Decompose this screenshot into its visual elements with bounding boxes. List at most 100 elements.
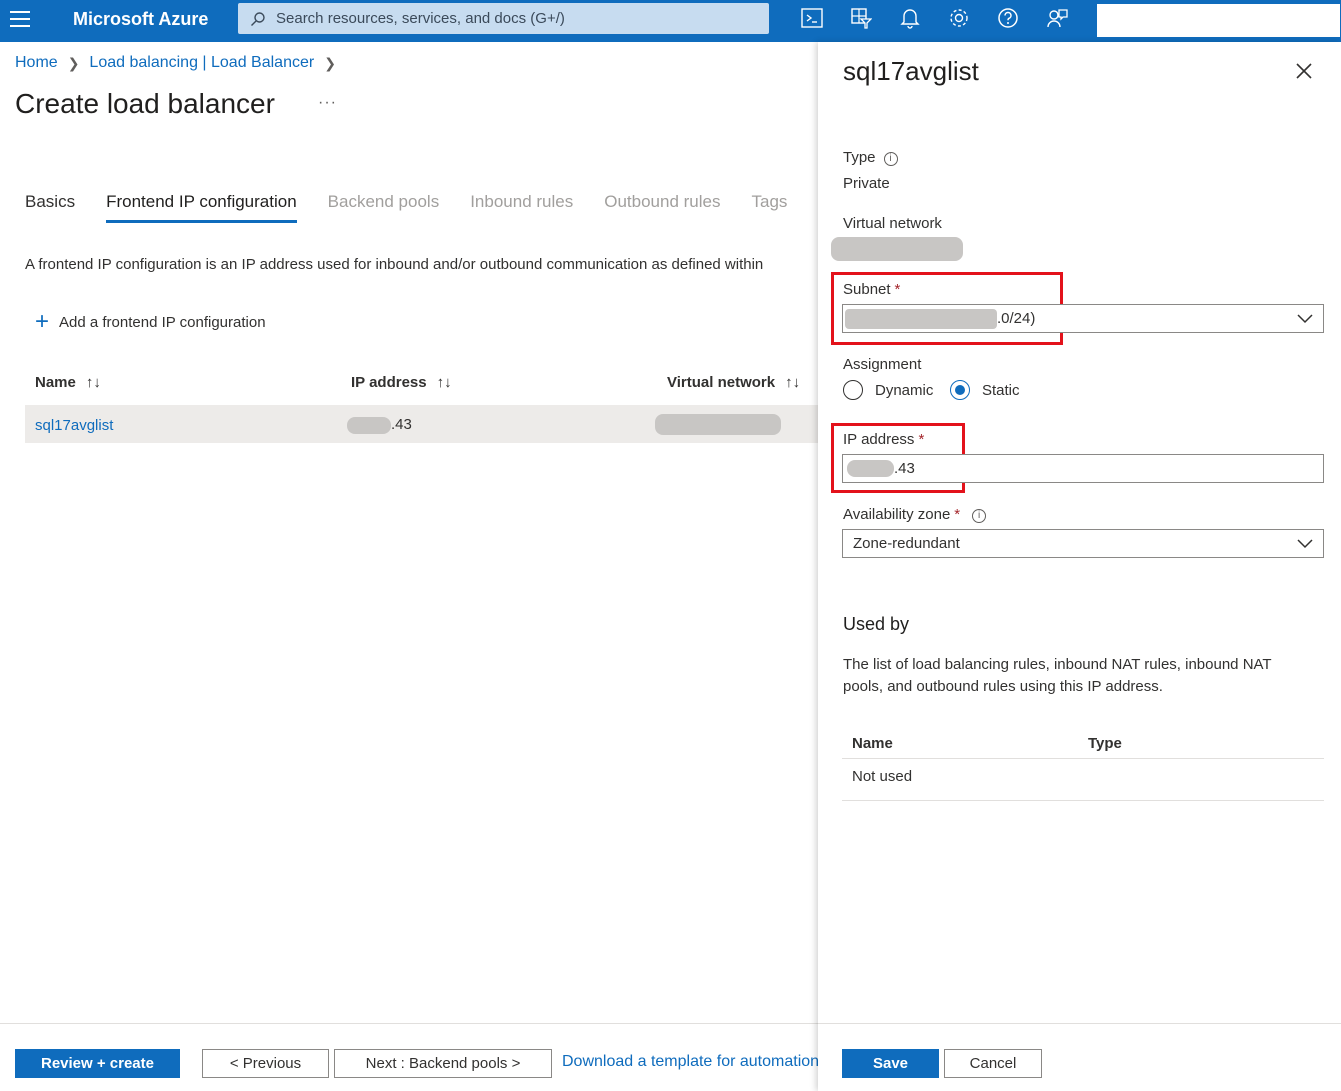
cancel-button[interactable]: Cancel	[944, 1049, 1042, 1078]
subnet-value-suffix: .0/24)	[997, 310, 1036, 327]
chevron-right-icon: ❯	[324, 54, 336, 71]
assignment-static-radio[interactable]: Static	[950, 380, 1020, 400]
redacted-block	[845, 308, 997, 329]
tab-outbound-rules[interactable]: Outbound rules	[604, 192, 720, 223]
redacted-block	[847, 460, 894, 477]
availability-zone-value: Zone-redundant	[853, 535, 960, 552]
redacted-block	[347, 416, 391, 434]
ip-address-suffix: .43	[894, 460, 915, 477]
bell-icon[interactable]	[898, 6, 922, 30]
used-by-empty-text: Not used	[852, 768, 913, 785]
info-icon[interactable]: i	[883, 152, 898, 166]
assignment-dynamic-radio[interactable]: Dynamic	[843, 380, 933, 400]
ip-address-input[interactable]: .43	[842, 454, 1324, 483]
required-marker: *	[918, 431, 925, 448]
feedback-icon[interactable]	[1045, 6, 1069, 30]
chevron-down-icon	[1297, 539, 1313, 549]
column-name-label: Name	[35, 374, 76, 391]
availability-zone-dropdown[interactable]: Zone-redundant	[842, 529, 1324, 558]
required-marker: *	[894, 281, 901, 298]
close-icon[interactable]	[1295, 62, 1313, 80]
column-vnet-label: Virtual network	[667, 374, 776, 391]
review-create-button[interactable]: Review + create	[15, 1049, 180, 1078]
more-options-button[interactable]: ···	[318, 94, 337, 112]
assignment-label: Assignment	[843, 356, 922, 373]
sort-icon[interactable]: ↑↓	[785, 374, 800, 391]
panel-title: sql17avglist	[843, 56, 979, 86]
column-header-virtual-network[interactable]: Virtual network ↑↓	[667, 374, 800, 391]
ip-address-label: IP address *	[843, 431, 924, 448]
row-ip-suffix: .43	[391, 416, 412, 433]
help-icon[interactable]	[996, 6, 1020, 30]
used-by-heading: Used by	[843, 614, 910, 634]
search-input[interactable]	[276, 10, 756, 27]
wizard-footer: Review + create < Previous Next : Backen…	[0, 1023, 818, 1091]
chevron-right-icon: ❯	[67, 54, 80, 71]
used-by-description: The list of load balancing rules, inboun…	[843, 656, 1272, 695]
brand-title[interactable]: Microsoft Azure	[73, 9, 208, 30]
type-label-text: Type	[843, 149, 876, 166]
radio-circle-selected	[950, 380, 970, 400]
frontend-grid-header: Name ↑↓ IP address ↑↓ Virtual network ↑↓	[25, 374, 820, 396]
top-bar: Microsoft Azure	[0, 0, 1341, 42]
directory-filter-icon[interactable]	[849, 6, 873, 30]
tab-tags[interactable]: Tags	[751, 192, 787, 223]
used-by-column-type: Type	[1088, 735, 1122, 752]
redacted-block	[655, 414, 781, 435]
menu-icon[interactable]	[10, 11, 30, 29]
global-search[interactable]	[238, 3, 769, 34]
column-header-name[interactable]: Name ↑↓	[35, 374, 101, 391]
used-by-table-header: Name Type	[842, 725, 1324, 759]
tab-basics[interactable]: Basics	[25, 192, 75, 223]
next-backend-pools-button[interactable]: Next : Backend pools >	[334, 1049, 552, 1078]
table-row: Not used	[842, 759, 1324, 801]
static-label: Static	[982, 381, 1020, 399]
row-virtual-network	[655, 414, 781, 435]
subnet-label-text: Subnet	[843, 281, 891, 298]
ip-address-label-text: IP address	[843, 431, 915, 448]
cloud-shell-icon[interactable]	[800, 6, 824, 30]
sort-icon[interactable]: ↑↓	[437, 374, 452, 391]
search-icon	[251, 11, 265, 26]
wizard-tabs: Basics Frontend IP configuration Backend…	[25, 192, 818, 223]
tab-backend-pools[interactable]: Backend pools	[328, 192, 440, 223]
type-label: Type i	[843, 149, 898, 166]
page-title: Create load balancer	[15, 88, 275, 119]
row-name-link[interactable]: sql17avglist	[35, 417, 113, 434]
table-row[interactable]: sql17avglist .43	[25, 405, 820, 443]
dynamic-label: Dynamic	[875, 381, 934, 399]
subnet-label: Subnet *	[843, 281, 900, 298]
availability-zone-label: Availability zone * i	[843, 506, 987, 523]
virtual-network-label: Virtual network	[843, 215, 942, 232]
subnet-dropdown[interactable]: .0/24)	[842, 304, 1324, 333]
download-template-link[interactable]: Download a template for automation	[562, 1053, 818, 1071]
frontend-ip-edit-panel: sql17avglist Type i Private Virtual netwo…	[818, 42, 1341, 1091]
frontend-description: A frontend IP configuration is an IP add…	[25, 256, 764, 273]
previous-button[interactable]: < Previous	[202, 1049, 329, 1078]
gear-icon[interactable]	[947, 6, 971, 30]
breadcrumb: Home ❯ Load balancing | Load Balancer ❯	[15, 54, 346, 72]
virtual-network-value	[831, 237, 963, 261]
tab-inbound-rules[interactable]: Inbound rules	[470, 192, 573, 223]
required-marker: *	[954, 506, 961, 523]
used-by-column-name: Name	[852, 735, 893, 752]
account-area[interactable]	[1097, 4, 1340, 37]
chevron-down-icon	[1297, 314, 1313, 324]
row-ip-address: .43	[347, 416, 412, 434]
breadcrumb-load-balancing[interactable]: Load balancing | Load Balancer	[89, 54, 314, 72]
sort-icon[interactable]: ↑↓	[86, 374, 101, 391]
add-frontend-ip-button[interactable]: + Add a frontend IP configuration	[35, 308, 266, 335]
availability-zone-label-text: Availability zone	[843, 506, 951, 523]
panel-footer: Save Cancel	[818, 1023, 1341, 1091]
column-header-ip-address[interactable]: IP address ↑↓	[351, 374, 452, 391]
save-button[interactable]: Save	[842, 1049, 939, 1078]
breadcrumb-home[interactable]: Home	[15, 54, 58, 72]
tab-frontend-ip-configuration[interactable]: Frontend IP configuration	[106, 192, 297, 223]
type-value: Private	[843, 175, 890, 192]
plus-icon: +	[35, 308, 50, 335]
info-icon[interactable]: i	[972, 509, 987, 523]
radio-circle	[843, 380, 863, 400]
column-ip-label: IP address	[351, 374, 427, 391]
redacted-block	[831, 237, 963, 261]
add-frontend-ip-label: Add a frontend IP configuration	[59, 313, 266, 331]
